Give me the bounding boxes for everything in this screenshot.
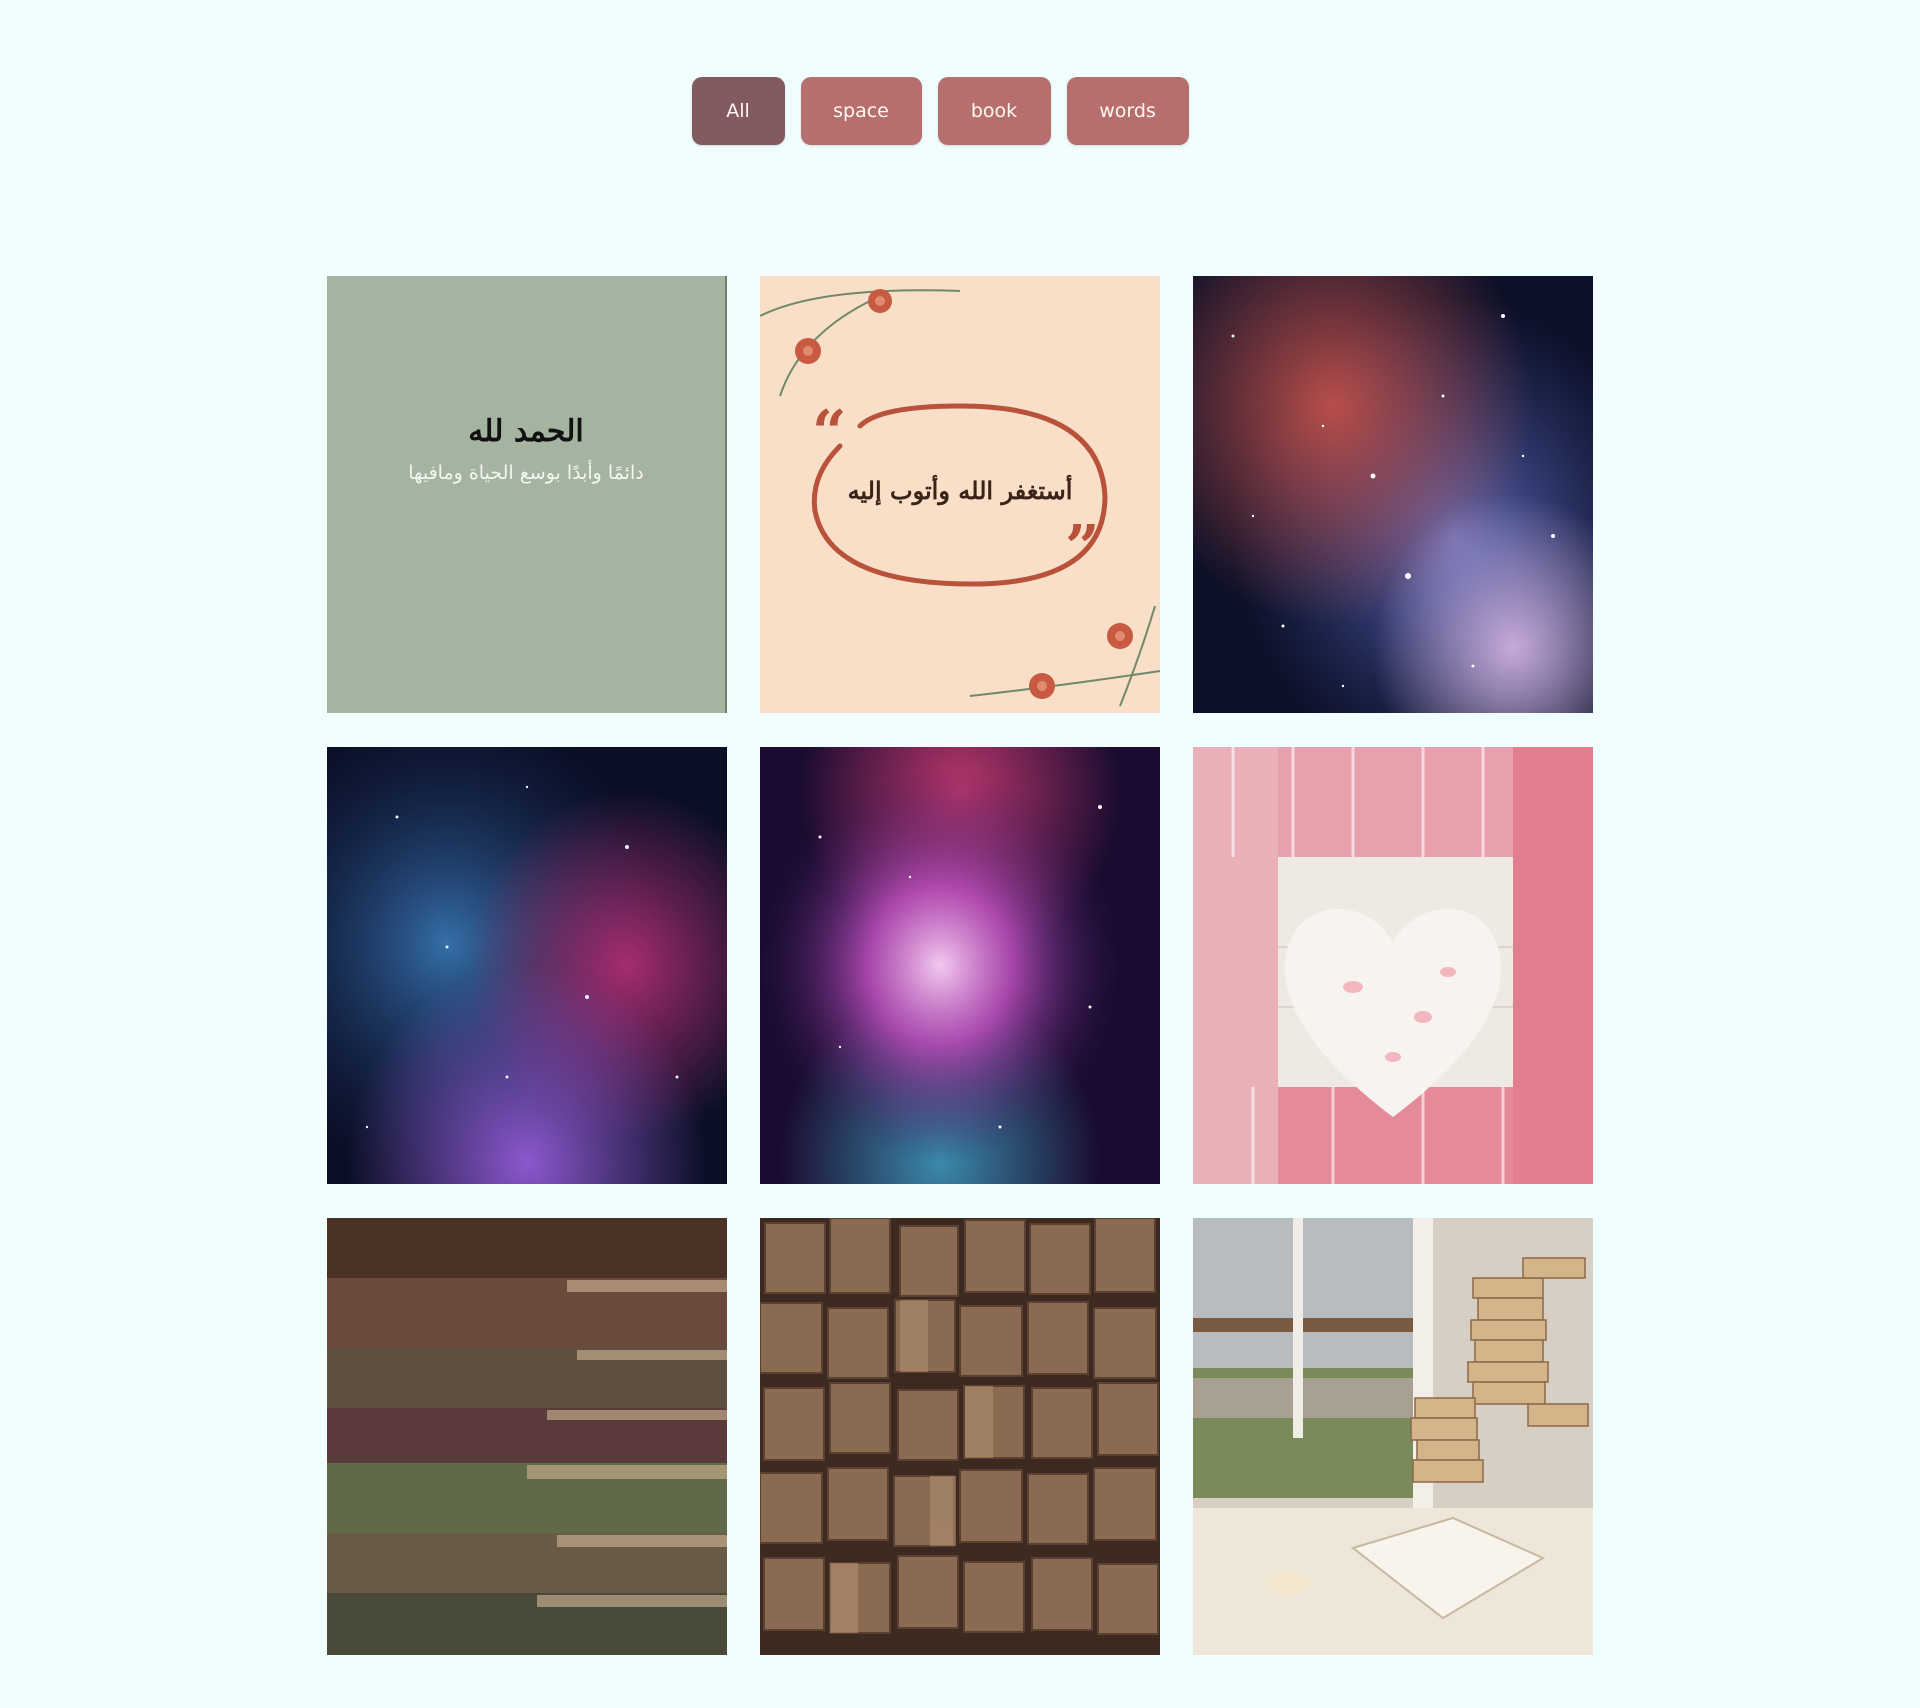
space-nebula-image <box>1193 276 1593 713</box>
open-books-wall-image <box>760 1218 1160 1655</box>
gallery-item-book-heart[interactable] <box>1193 747 1593 1184</box>
gallery-item-space-galaxy-blue[interactable] <box>327 747 727 1184</box>
gallery-item-words-alhamdulillah[interactable]: الحمد لله دائمًا وأبدًا بوسع الحياة وماف… <box>327 276 727 713</box>
gallery-item-book-stack[interactable] <box>327 1218 727 1655</box>
space-galaxy-image <box>760 747 1160 1184</box>
svg-text:“: “ <box>812 398 847 468</box>
old-books-stack-image <box>327 1218 727 1655</box>
filter-words-button[interactable]: words <box>1066 77 1189 145</box>
quote-subtitle: دائمًا وأبدًا بوسع الحياة ومافيها <box>408 462 644 484</box>
books-heart-image <box>1193 747 1593 1184</box>
space-galaxy-image <box>327 747 727 1184</box>
gallery-item-words-istighfar[interactable]: “ ” أستغفر الله وأتوب إليه <box>760 276 1160 713</box>
gallery-item-book-wall[interactable] <box>760 1218 1160 1655</box>
quote-title: الحمد لله <box>468 414 584 449</box>
gallery-item-space-nebula[interactable] <box>1193 276 1593 713</box>
filter-book-button[interactable]: book <box>937 77 1051 145</box>
image-gallery: الحمد لله دائمًا وأبدًا بوسع الحياة وماف… <box>327 276 1593 1655</box>
gallery-item-space-galaxy-pink[interactable] <box>760 747 1160 1184</box>
filter-bar: All space book words <box>0 77 1920 145</box>
books-window-image <box>1193 1218 1593 1655</box>
filter-all-button[interactable]: All <box>691 77 785 145</box>
quote-text: أستغفر الله وأتوب إليه <box>847 476 1073 505</box>
filter-space-button[interactable]: space <box>800 77 922 145</box>
gallery-item-book-window[interactable] <box>1193 1218 1593 1655</box>
svg-text:”: ” <box>1065 513 1100 583</box>
